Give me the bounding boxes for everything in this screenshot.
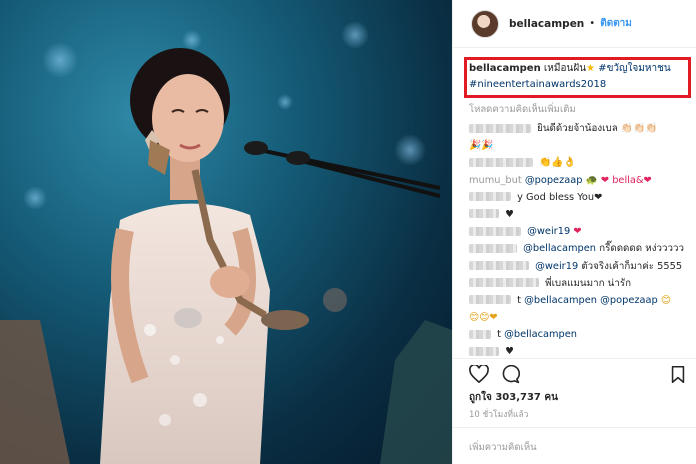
likes-label: ถูกใจ <box>469 392 492 403</box>
comment-suffix: ❤ bella&❤ <box>600 174 652 186</box>
comment-username[interactable]: t <box>497 329 501 340</box>
blurred-username <box>469 329 491 339</box>
blurred-username <box>469 278 539 288</box>
blurred-username <box>469 346 499 356</box>
heart-icon[interactable] <box>469 365 489 383</box>
post-header: bellacampen • ติดตาม <box>453 0 696 48</box>
comment-text: 😊 <box>660 294 672 306</box>
comment-username[interactable]: mumu_but <box>469 175 522 186</box>
comment-item: @weir19 ❤ <box>469 223 691 240</box>
comment-item: y God bless You❤ <box>469 189 691 206</box>
comment-suffix: ❤ <box>573 226 582 238</box>
comment-username[interactable]: t <box>517 295 521 306</box>
post-timestamp[interactable]: 10 ชั่วโมงที่แล้ว <box>469 407 528 421</box>
caption-username[interactable]: bellacampen <box>469 63 541 74</box>
likes-number: 303,737 <box>495 392 541 403</box>
comment-text: ♥ <box>505 208 514 220</box>
likes-unit: คน <box>544 392 558 403</box>
post-caption: bellacampen เหมือนฝัน★ #ขวัญใจมหาชน #nin… <box>469 61 691 93</box>
comment-mention[interactable]: @bellacampen @popezaap <box>524 295 658 306</box>
comment-item: t @bellacampen <box>469 326 691 343</box>
comment-item: 👏👍👌 <box>469 154 691 171</box>
comment-item: ยินดีด้วยจ้าน้องเบล 👏🏻👏🏻👏🏻 <box>469 120 691 137</box>
blurred-username <box>469 243 517 253</box>
bookmark-icon[interactable] <box>671 365 685 384</box>
comment-text: ยินดีด้วยจ้าน้องเบล 👏🏻👏🏻👏🏻 <box>537 123 658 134</box>
load-more-comments[interactable]: โหลดความคิดเห็นเพิ่มเติม <box>469 102 576 117</box>
blurred-username <box>469 157 533 167</box>
comment-text: 🐢 <box>585 174 598 186</box>
comment-item: 🎉🎉 <box>469 137 691 154</box>
comment-item: @bellacampen กรี๊ดดดดด หง่ววววว <box>469 240 691 257</box>
comment-mention[interactable]: @weir19 <box>527 226 570 237</box>
blurred-username <box>469 123 531 133</box>
comment-list: ยินดีด้วยจ้าน้องเบล 👏🏻👏🏻👏🏻 🎉🎉 👏👍👌 mumu_b… <box>469 120 691 361</box>
add-comment-input[interactable]: เพิ่มความคิดเห็น <box>453 427 696 464</box>
comment-mention[interactable]: @popezaap <box>525 175 583 186</box>
comment-item: 😊😊❤ <box>469 309 691 326</box>
comment-text: 😊😊❤ <box>469 312 498 324</box>
caption-hashtag-1[interactable]: #ขวัญใจมหาชน <box>598 63 671 74</box>
comment-icon[interactable] <box>501 365 520 384</box>
blurred-username <box>469 192 511 202</box>
blurred-username <box>469 261 529 270</box>
comment-mention[interactable]: @bellacampen <box>504 329 577 340</box>
blurred-username <box>469 209 499 219</box>
post-side-panel: bellacampen • ติดตาม bellacampen เหมือนฝ… <box>452 0 696 464</box>
header-separator: • <box>589 18 596 29</box>
caption-text: เหมือนฝัน <box>543 63 587 74</box>
comment-text: พี่เบลแมนมาก น่ารัก <box>545 277 632 289</box>
comment-text: ♥ <box>505 346 514 358</box>
star-icon: ★ <box>586 63 595 74</box>
comment-text: ตัวจริงเค้าก็มาค่ะ 5555 <box>581 260 683 272</box>
user-avatar[interactable] <box>471 9 499 38</box>
caption-hashtag-2[interactable]: #nineentertainawards2018 <box>469 79 606 90</box>
comment-item: @weir19 ตัวจริงเค้าก็มาค่ะ 5555 <box>469 258 691 275</box>
comment-item: t @bellacampen @popezaap 😊 <box>469 292 691 309</box>
post-photo[interactable] <box>0 0 452 464</box>
follow-button[interactable]: ติดตาม <box>600 16 632 31</box>
comment-item: mumu_but @popezaap 🐢 ❤ bella&❤ <box>469 172 691 189</box>
comment-text: 🎉🎉 <box>469 140 494 152</box>
likes-count[interactable]: ถูกใจ 303,737 คน <box>469 390 558 405</box>
comment-text: 👏👍👌 <box>539 157 576 169</box>
comment-text: กรี๊ดดดดด หง่ววววว <box>599 243 685 255</box>
photo-illustration <box>0 21 452 464</box>
blurred-username <box>469 295 511 305</box>
comment-item: พี่เบลแมนมาก น่ารัก <box>469 275 691 292</box>
post-actions-bar <box>453 358 696 388</box>
comment-text: y God bless You❤ <box>517 191 603 203</box>
blurred-username <box>469 226 521 236</box>
comment-mention[interactable]: @weir19 <box>535 261 578 272</box>
comment-item: ♥ <box>469 206 691 223</box>
comment-mention[interactable]: @bellacampen <box>523 243 596 254</box>
header-username[interactable]: bellacampen <box>509 18 584 30</box>
